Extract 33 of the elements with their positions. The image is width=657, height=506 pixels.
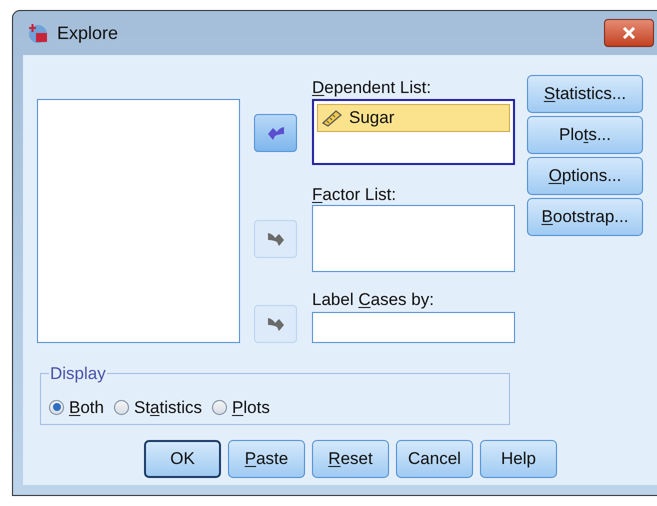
dependent-list[interactable]: Sugar	[312, 99, 515, 165]
dialog-button[interactable]: Reset	[312, 440, 389, 478]
factor-list[interactable]	[312, 205, 515, 272]
dialog-button[interactable]: Help	[480, 440, 557, 478]
radio-button[interactable]	[49, 400, 64, 415]
radio-option[interactable]: Both	[49, 394, 104, 420]
field-label: Label Cases by:	[312, 289, 435, 309]
field-label: Dependent List:	[312, 77, 432, 97]
label-cases-field[interactable]	[312, 312, 515, 343]
radio-button[interactable]	[114, 400, 129, 415]
ruler-icon	[321, 109, 343, 127]
group-legend: Display	[49, 361, 107, 386]
window-title: Explore	[57, 22, 118, 45]
list-item[interactable]: Sugar	[317, 104, 510, 132]
variable-name: Sugar	[349, 107, 394, 130]
curved-arrow-icon	[266, 231, 286, 247]
curved-arrow-icon	[266, 316, 286, 332]
app-icon	[27, 22, 49, 44]
close-button[interactable]	[604, 19, 654, 47]
radio-button[interactable]	[212, 400, 228, 415]
dialog-button[interactable]: Statistics...	[527, 75, 643, 113]
move-arrow-button[interactable]	[254, 114, 297, 152]
dialog-button[interactable]: Bootstrap...	[527, 198, 643, 236]
field-label: Factor List:	[312, 184, 398, 204]
radio-option[interactable]: Plots	[212, 394, 270, 420]
dialog-button[interactable]: OK	[144, 440, 221, 478]
dialog-button[interactable]: Cancel	[396, 440, 473, 478]
radio-option[interactable]: Statistics	[114, 394, 202, 420]
close-icon	[622, 27, 636, 39]
dialog-button[interactable]: Plots...	[527, 116, 643, 154]
curved-arrow-icon	[266, 125, 286, 141]
dialog-button[interactable]: Paste	[228, 440, 305, 478]
dialog-button[interactable]: Options...	[527, 157, 643, 195]
